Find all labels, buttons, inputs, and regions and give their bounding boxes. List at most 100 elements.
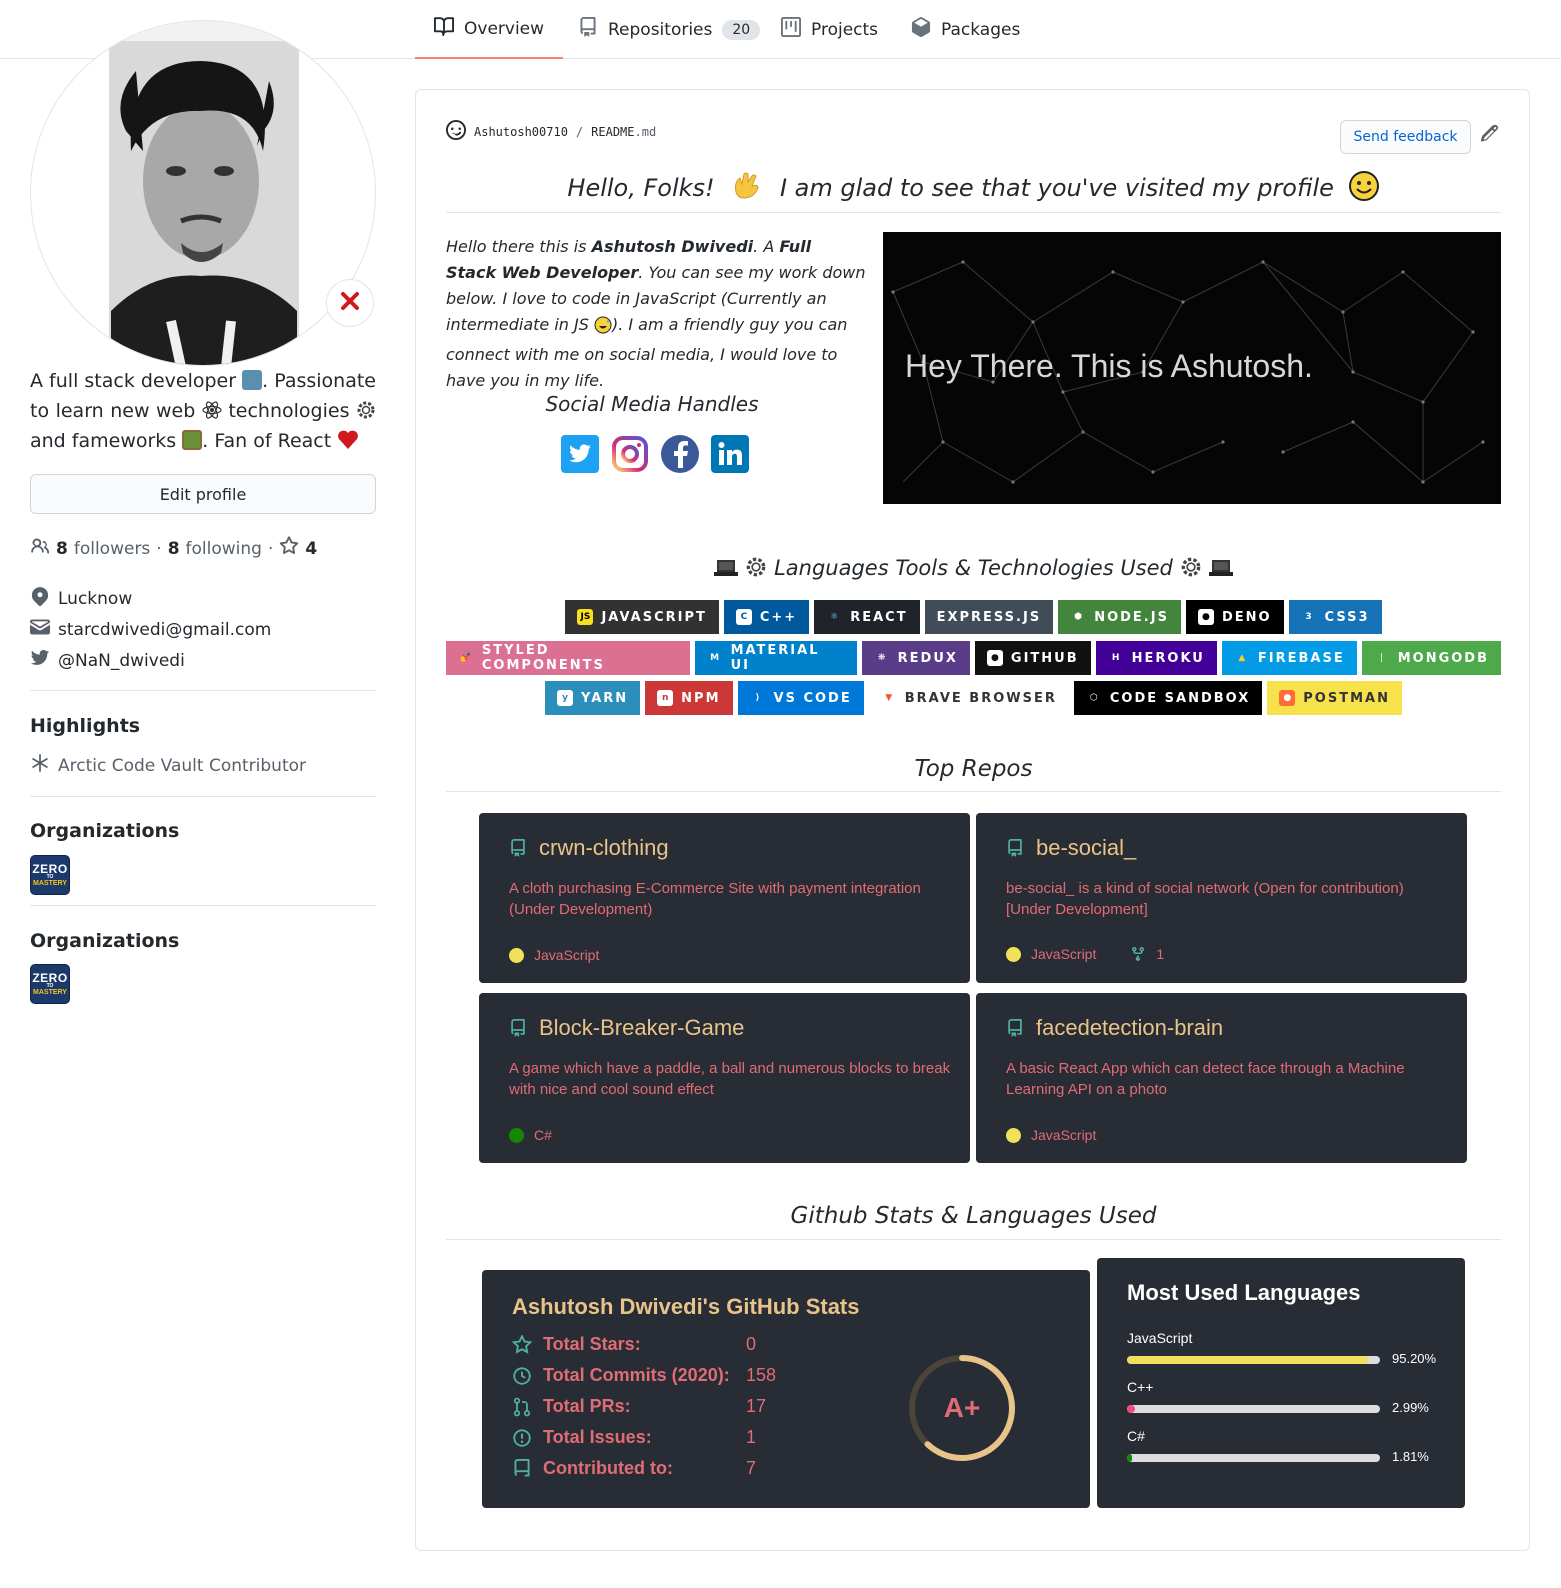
facebook-icon[interactable] xyxy=(661,435,699,473)
status-button[interactable] xyxy=(326,279,374,327)
stats-title: Ashutosh Dwivedi's GitHub Stats xyxy=(512,1294,860,1319)
gear-icon xyxy=(1180,556,1202,583)
badge-logo-icon: ▲ xyxy=(1233,650,1250,666)
stat-value: 1 xyxy=(746,1427,757,1447)
tab-overview[interactable]: Overview xyxy=(415,0,564,59)
twitter-icon[interactable] xyxy=(561,435,599,473)
tech-badge: ▲ FIREBASE xyxy=(1221,641,1357,675)
badge-logo-icon: ● xyxy=(986,650,1003,666)
profile-bio: A full stack developer . Passionate to l… xyxy=(30,366,376,456)
greeting-heading: Hello, Folks! I am glad to see that you'… xyxy=(446,170,1501,208)
repo-name[interactable]: be-social_ xyxy=(1036,835,1136,861)
followers-link[interactable]: followers xyxy=(74,539,150,559)
repo-icon xyxy=(1006,838,1024,858)
highlights-title: Highlights xyxy=(30,715,141,737)
location-text: Lucknow xyxy=(58,588,133,609)
stats-section-title: Github Stats & Languages Used xyxy=(790,1203,1157,1229)
followers-count[interactable]: 8 xyxy=(56,539,68,559)
badge-label: EXPRESS.JS xyxy=(936,609,1042,625)
readme-header: Ashutosh00710 / README.md xyxy=(446,120,656,143)
tech-badge: ❘ MONGODB xyxy=(1361,641,1501,675)
avatar[interactable] xyxy=(30,20,376,366)
repo-name[interactable]: Block-Breaker-Game xyxy=(539,1015,744,1041)
badge-label: MATERIAL UI xyxy=(730,643,820,673)
tech-badge: ⬢ NODE.JS xyxy=(1058,600,1181,634)
social-handles-title: Social Media Handles xyxy=(545,392,759,416)
readme-owner-link[interactable]: Ashutosh00710 xyxy=(474,125,568,139)
issue-icon xyxy=(512,1428,543,1448)
repo-language: JavaScript xyxy=(1031,946,1097,962)
tech-badge: ⬡ CODE SANDBOX xyxy=(1073,681,1263,715)
stars-count[interactable]: 4 xyxy=(305,539,317,559)
tab-projects[interactable]: Projects xyxy=(781,0,878,59)
repo-name[interactable]: facedetection-brain xyxy=(1036,1015,1223,1041)
repo-card[interactable]: be-social_ be-social_ is a kind of social… xyxy=(976,813,1467,983)
edit-profile-button[interactable]: Edit profile xyxy=(30,474,376,514)
heading-rule xyxy=(446,212,1501,213)
language-bar-track xyxy=(1127,1356,1380,1364)
top-languages-card[interactable]: Most Used Languages JavaScript 95.20% C++ 2… xyxy=(1097,1258,1465,1508)
instagram-icon[interactable] xyxy=(611,435,649,473)
edit-readme-icon[interactable] xyxy=(1480,123,1500,147)
repo-name[interactable]: crwn-clothing xyxy=(539,835,669,861)
bio-text: A full stack developer xyxy=(30,370,237,392)
language-bar-fill xyxy=(1127,1356,1368,1364)
twitter-item[interactable]: @NaN_dwivedi xyxy=(30,648,376,673)
stat-value: 158 xyxy=(746,1365,777,1385)
badge-label: C++ xyxy=(759,609,798,625)
tech-badge: ● POSTMAN xyxy=(1267,681,1402,715)
badge-logo-icon: ● xyxy=(1197,609,1214,625)
language-percent: 1.81% xyxy=(1392,1449,1429,1464)
badge-label: REACT xyxy=(850,609,908,625)
stat-row: Contributed to: 7 xyxy=(512,1458,756,1479)
organizations-title: Organizations xyxy=(30,820,180,842)
github-stats-card[interactable]: Ashutosh Dwivedi's GitHub Stats Total St… xyxy=(482,1270,1090,1508)
grinning-sweat-icon xyxy=(594,316,612,342)
greeting-text: Hello, Folks! xyxy=(567,174,715,202)
highlight-item[interactable]: Arctic Code Vault Contributor xyxy=(30,753,376,778)
stat-label: Total Issues: xyxy=(543,1427,652,1447)
linkedin-icon[interactable] xyxy=(711,435,749,473)
tech-badges-row: JS JAVASCRIPT C C++ ⚛ REACT EXPRESS.JS ⬢ NODE.JS… xyxy=(446,600,1501,634)
badge-logo-icon: C xyxy=(735,609,752,625)
stat-label: Contributed to: xyxy=(543,1458,673,1478)
org-avatar-zero-to-mastery[interactable]: ZERO TO MASTERY xyxy=(30,855,70,895)
tech-badge: ⚛ REACT xyxy=(814,600,920,634)
email-item[interactable]: starcdwivedi@gmail.com xyxy=(30,617,376,642)
twitter-link[interactable]: @NaN_dwivedi xyxy=(58,651,185,671)
badge-logo-icon: ▼ xyxy=(880,690,897,706)
twitter-icon xyxy=(30,648,50,673)
bio-text: . Fan of React xyxy=(202,430,332,452)
badge-label: NODE.JS xyxy=(1094,609,1169,625)
package-icon xyxy=(911,17,931,42)
badge-logo-icon: ❘ xyxy=(1373,650,1390,666)
tech-badge: ❋ REDUX xyxy=(861,641,970,675)
readme-filename[interactable]: README xyxy=(591,125,634,139)
rank-grade: A+ xyxy=(944,1392,981,1423)
language-bar-fill xyxy=(1127,1405,1135,1413)
tech-badges-row: y YARN n NPM ⟩ VS CODE ▼ BRAVE BROWSER ⬡ CODE SAN… xyxy=(446,681,1501,715)
send-feedback-button[interactable]: Send feedback xyxy=(1340,120,1471,154)
badge-label: CSS3 xyxy=(1324,609,1370,625)
org-avatar-zero-to-mastery[interactable]: ZERO TO MASTERY xyxy=(30,964,70,1004)
snowflake-icon xyxy=(30,753,50,778)
badge-logo-icon: 💅 xyxy=(458,650,474,666)
following-link[interactable]: following xyxy=(186,539,262,559)
repo-icon xyxy=(509,838,527,858)
intro-text: Hello there this is xyxy=(446,237,592,256)
tab-repositories[interactable]: Repositories 20 xyxy=(578,0,761,59)
stat-value: 17 xyxy=(746,1396,767,1416)
repo-card[interactable]: facedetection-brain A basic React App whi… xyxy=(976,993,1467,1163)
badge-label: FIREBASE xyxy=(1257,650,1345,666)
language-bar-track xyxy=(1127,1405,1380,1413)
email-link[interactable]: starcdwivedi@gmail.com xyxy=(58,620,271,640)
heading-rule xyxy=(446,791,1501,792)
star-icon xyxy=(512,1334,543,1355)
badge-label: POSTMAN xyxy=(1303,690,1390,706)
language-color-dot xyxy=(509,1127,524,1143)
repo-card[interactable]: crwn-clothing A cloth purchasing E-Commer… xyxy=(479,813,970,983)
following-count[interactable]: 8 xyxy=(168,539,180,559)
tab-packages[interactable]: Packages xyxy=(911,0,1020,59)
repo-card[interactable]: Block-Breaker-Game A game which have a pa… xyxy=(479,993,970,1163)
laptop-icon xyxy=(713,558,739,583)
